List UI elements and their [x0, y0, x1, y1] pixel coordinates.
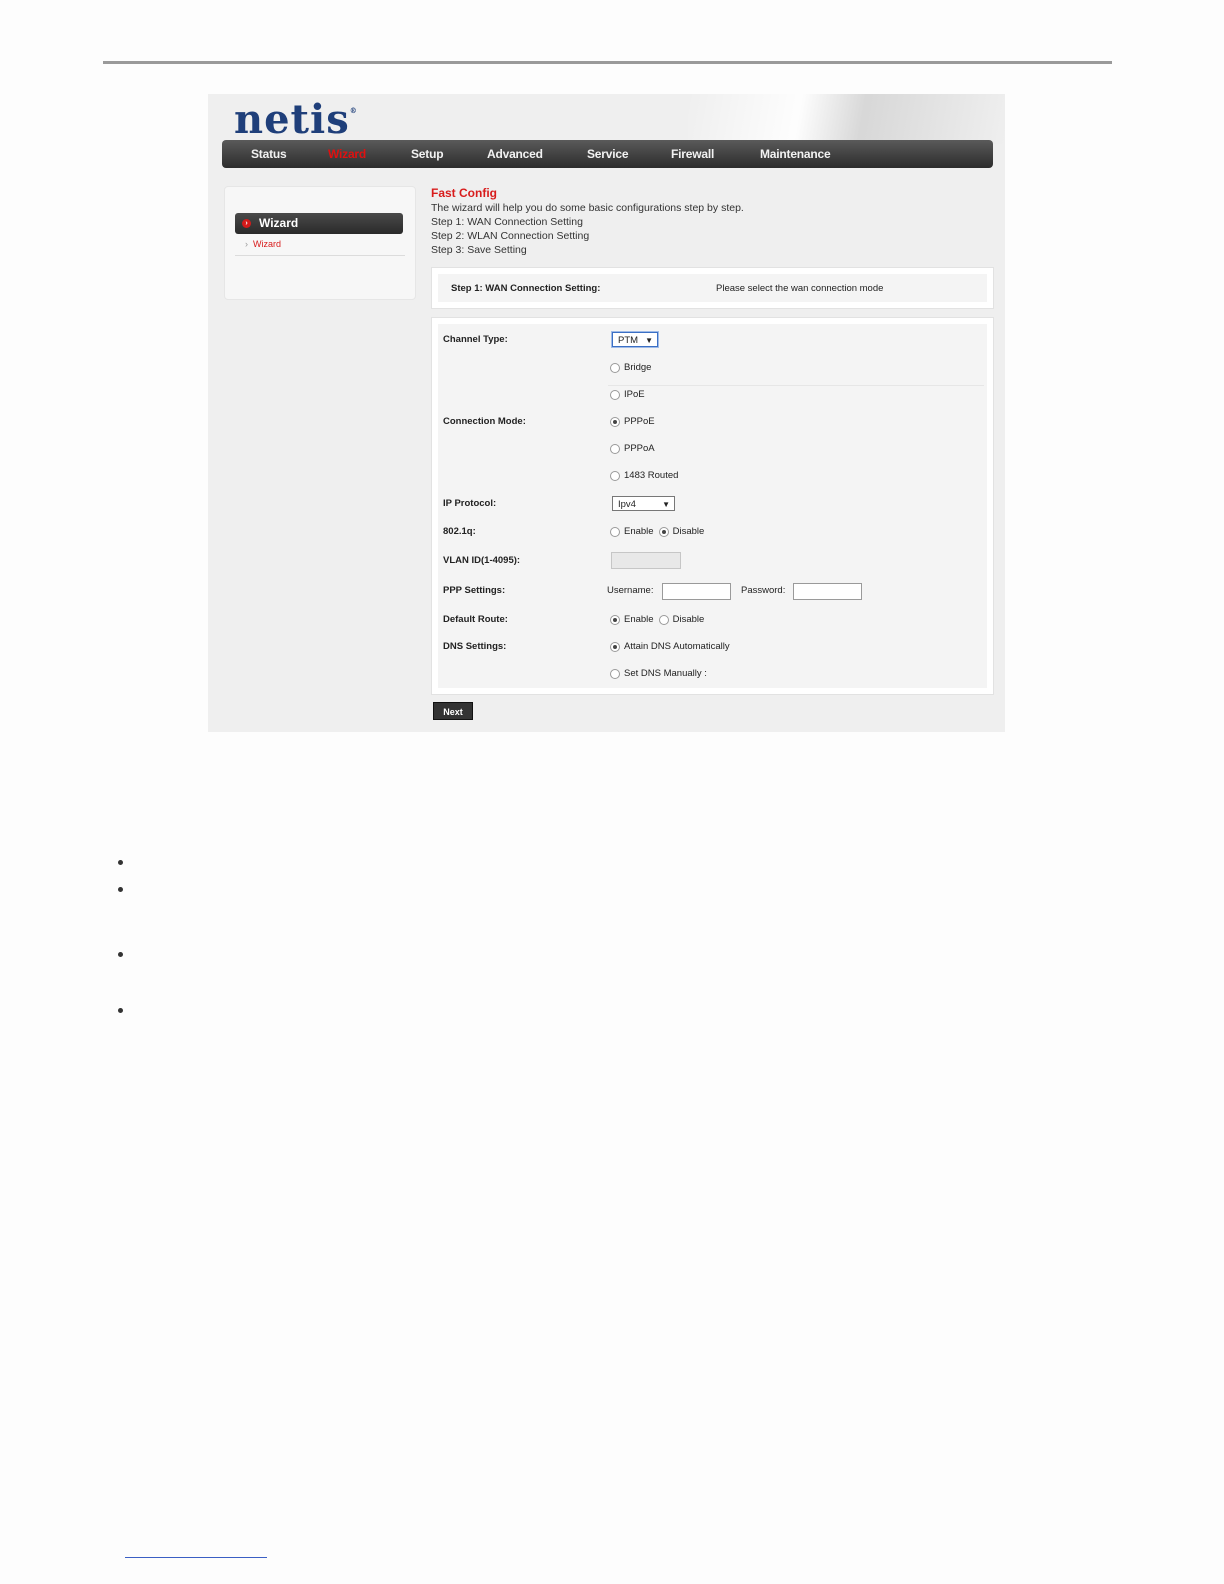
ip-protocol-select[interactable]: Ipv4 ▼ [612, 496, 675, 511]
radio-pppoe[interactable] [610, 416, 620, 427]
enable-label: Enable [624, 614, 654, 625]
radio-8021q-enable[interactable] [610, 526, 620, 537]
nav-maintenance[interactable]: Maintenance [760, 140, 831, 168]
radio-1483-routed[interactable] [610, 470, 620, 481]
list-bullet [118, 887, 123, 892]
default-route-options: Enable Disable [610, 614, 704, 625]
sidebar-item-label: Wizard [253, 239, 282, 249]
sidebar-header-label: Wizard [259, 216, 299, 230]
header-sheen [688, 94, 1005, 144]
dns-option-manual[interactable]: Set DNS Manually : [610, 668, 707, 679]
vlan-id-input[interactable] [611, 552, 681, 569]
password-label: Password: [741, 585, 786, 596]
nav-service[interactable]: Service [587, 140, 629, 168]
radio-route-enable[interactable] [610, 614, 620, 625]
nav-setup[interactable]: Setup [411, 140, 444, 168]
step-2-text: Step 2: WLAN Connection Setting [431, 230, 590, 242]
radio-pppoa[interactable] [610, 443, 620, 454]
password-input[interactable] [793, 583, 862, 600]
ip-protocol-label: IP Protocol: [443, 498, 497, 509]
mode-option-ipoe[interactable]: IPoE [610, 389, 645, 400]
default-route-label: Default Route: [443, 614, 508, 625]
mode-label: PPPoE [624, 416, 655, 427]
sidebar-item-wizard[interactable]: › Wizard [245, 239, 281, 249]
disable-label: Disable [672, 614, 705, 625]
list-bullet [118, 860, 123, 865]
channel-type-select[interactable]: PTM ▼ [612, 332, 658, 347]
channel-type-value: PTM [618, 335, 639, 346]
mode-label: Bridge [624, 362, 652, 373]
arrow-right-icon: › [242, 219, 251, 228]
dropdown-arrow-icon: ▼ [662, 500, 670, 509]
step-3-text: Step 3: Save Setting [431, 244, 527, 256]
dns-settings-label: DNS Settings: [443, 641, 507, 652]
page-header-rule [103, 61, 1112, 64]
enable-label: Enable [624, 526, 654, 537]
dns-manual-label: Set DNS Manually : [624, 668, 707, 679]
connection-mode-label: Connection Mode: [443, 416, 526, 427]
sidebar-header[interactable]: › Wizard [235, 213, 403, 234]
dropdown-arrow-icon: ▼ [645, 336, 653, 345]
radio-dns-auto[interactable] [610, 641, 620, 652]
dns-option-auto[interactable]: Attain DNS Automatically [610, 641, 730, 652]
footer-link-underline[interactable] [125, 1557, 267, 1558]
username-label: Username: [607, 585, 654, 596]
list-bullet [118, 1008, 123, 1013]
nav-firewall[interactable]: Firewall [671, 140, 714, 168]
next-button[interactable]: Next [433, 702, 473, 720]
chevron-right-icon: › [245, 239, 248, 249]
radio-dns-manual[interactable] [610, 668, 620, 679]
disable-label: Disable [672, 526, 705, 537]
router-admin-screenshot: netis® Status Wizard Setup Advanced Serv… [208, 94, 1005, 732]
list-bullet [118, 952, 123, 957]
page-title: Fast Config [431, 186, 497, 200]
step-label: Step 1: WAN Connection Setting: [451, 283, 601, 294]
step-hint: Please select the wan connection mode [716, 283, 884, 294]
form-panel-inner [438, 324, 987, 688]
row-divider [608, 385, 984, 386]
mode-option-bridge[interactable]: Bridge [610, 362, 651, 373]
form-panel [431, 317, 994, 695]
intro-text: The wizard will help you do some basic c… [431, 202, 744, 214]
vlan-id-label: VLAN ID(1-4095): [443, 555, 521, 566]
main-nav: Status Wizard Setup Advanced Service Fir… [222, 140, 993, 168]
mode-label: 1483 Routed [624, 470, 679, 481]
radio-bridge[interactable] [610, 362, 620, 373]
nav-wizard[interactable]: Wizard [328, 140, 366, 168]
mode-option-1483-routed[interactable]: 1483 Routed [610, 470, 678, 481]
radio-8021q-disable[interactable] [658, 526, 669, 537]
radio-ipoe[interactable] [610, 389, 620, 400]
sidebar: › Wizard › Wizard [224, 186, 416, 300]
username-input[interactable] [662, 583, 731, 600]
ppp-settings-label: PPP Settings: [443, 585, 506, 596]
vlan-8021q-label: 802.1q: [443, 526, 476, 537]
sidebar-divider [235, 255, 405, 256]
vlan-8021q-options: Enable Disable [610, 526, 704, 537]
channel-type-label: Channel Type: [443, 334, 508, 345]
mode-option-pppoa[interactable]: PPPoA [610, 443, 655, 454]
mode-option-pppoe[interactable]: PPPoE [610, 416, 655, 427]
step-panel: Step 1: WAN Connection Setting: Please s… [431, 267, 994, 309]
ip-protocol-value: Ipv4 [618, 499, 636, 510]
netis-logo: netis® [234, 96, 358, 143]
mode-label: IPoE [624, 389, 645, 400]
nav-status[interactable]: Status [251, 140, 287, 168]
dns-auto-label: Attain DNS Automatically [624, 641, 730, 652]
step-panel-inner: Step 1: WAN Connection Setting: Please s… [438, 274, 987, 302]
mode-label: PPPoA [624, 443, 655, 454]
radio-route-disable[interactable] [658, 614, 669, 625]
step-1-text: Step 1: WAN Connection Setting [431, 216, 583, 228]
nav-advanced[interactable]: Advanced [487, 140, 543, 168]
